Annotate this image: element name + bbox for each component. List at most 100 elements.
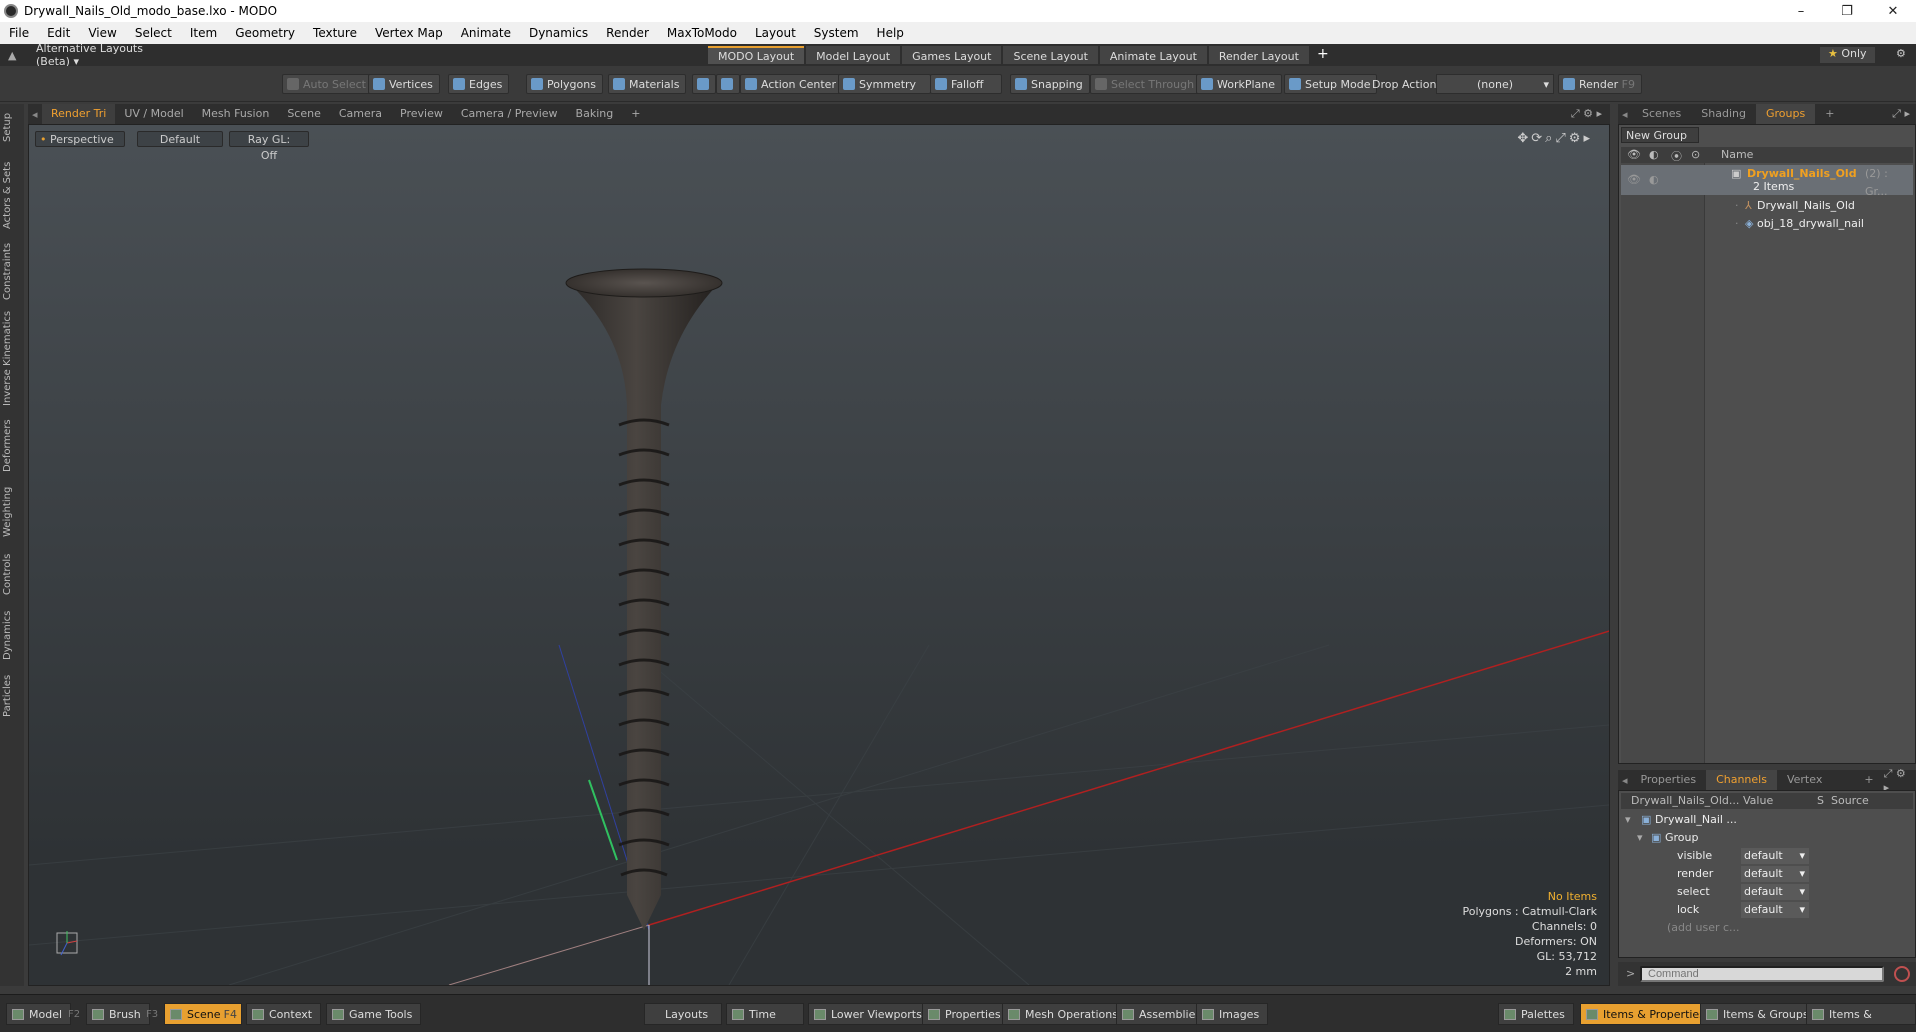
tab-uv-model[interactable]: UV / Model — [115, 104, 192, 124]
viewport-nav-icons[interactable]: ✥⟳⌕⤢⚙▸ — [1517, 131, 1593, 146]
side-tab-constraints[interactable]: Constraints — [2, 242, 22, 300]
tab-games-layout[interactable]: Games Layout — [902, 46, 1002, 64]
group-row[interactable]: 👁 ◐ ▣ Drywall_Nails_Old (2) : Gr... 2 It… — [1621, 165, 1913, 198]
group-render-icon[interactable]: ◐ — [1649, 171, 1659, 189]
menu-edit[interactable]: Edit — [38, 26, 79, 40]
tab-scene-layout[interactable]: Scene Layout — [1003, 46, 1098, 64]
viewport-expand-icon[interactable]: ⤢ ⚙ ▸ — [1571, 107, 1610, 121]
tab-render-tri[interactable]: Render Tri — [42, 104, 116, 124]
menu-render[interactable]: Render — [597, 26, 658, 40]
channel-item-row[interactable]: ▾ ▣ Drywall_Nail ... — [1621, 811, 1913, 829]
menu-system[interactable]: System — [805, 26, 868, 40]
palettes-button[interactable]: Palettes — [1498, 1003, 1574, 1025]
edges-button[interactable]: Edges — [448, 74, 510, 94]
select-mode-b-button[interactable] — [716, 74, 740, 94]
brush-button[interactable]: Brush — [86, 1003, 150, 1025]
new-group-button[interactable]: New Group — [1621, 127, 1699, 143]
add-layout-button[interactable]: + — [1311, 46, 1335, 64]
auto-select-button[interactable]: Auto Select — [282, 74, 373, 94]
properties-button[interactable]: Properties — [922, 1003, 1010, 1025]
lower-viewports-button[interactable]: Lower Viewports — [808, 1003, 931, 1025]
add-user-channel-row[interactable]: (add user c... — [1621, 919, 1913, 937]
items-groups-button[interactable]: Items & Groups — [1700, 1003, 1818, 1025]
menu-maxtomodo[interactable]: MaxToModo — [658, 26, 746, 40]
menu-geometry[interactable]: Geometry — [226, 26, 304, 40]
workplane-button[interactable]: WorkPlane — [1196, 74, 1283, 94]
symmetry-button[interactable]: Symmetry — [838, 74, 932, 94]
gear-icon[interactable]: ⚙ — [1896, 47, 1906, 60]
menu-layout[interactable]: Layout — [746, 26, 805, 40]
viewport-menu-icon[interactable]: ◂ — [28, 108, 42, 121]
menu-vertex-map[interactable]: Vertex Map — [366, 26, 452, 40]
polygons-button[interactable]: Polygons — [526, 74, 603, 94]
add-viewport-tab-button[interactable]: + — [622, 104, 649, 124]
mesh-operations-button[interactable]: Mesh Operations — [1002, 1003, 1127, 1025]
channel-value-select[interactable]: default ▾ — [1741, 848, 1809, 864]
tab-camera-preview[interactable]: Camera / Preview — [452, 104, 567, 124]
expand-arrow-icon[interactable]: ▾ — [1637, 829, 1643, 847]
side-tab-actors-sets[interactable]: Actors & Sets — [2, 156, 22, 234]
perspective-button[interactable]: • Perspective — [35, 131, 125, 147]
collapse-icon[interactable]: ▲ — [8, 49, 22, 62]
shading-button[interactable]: Default — [137, 131, 223, 147]
only-button[interactable]: ★ Only — [1820, 47, 1875, 63]
menu-animate[interactable]: Animate — [452, 26, 520, 40]
channel-group-row[interactable]: ▾ ▣ Group — [1621, 829, 1913, 847]
add-panel-tab-button[interactable]: + — [1815, 104, 1844, 124]
action-center-button[interactable]: Action Center — [740, 74, 843, 94]
table-row[interactable]: lock default ▾ — [1621, 901, 1913, 919]
items-properties-button[interactable]: Items & Properties — [1580, 1003, 1714, 1025]
side-tab-particles[interactable]: Particles — [2, 670, 22, 722]
game-tools-button[interactable]: Game Tools — [326, 1003, 422, 1025]
materials-button[interactable]: Materials — [608, 74, 687, 94]
drop-action-select[interactable]: (none) ▾ — [1436, 74, 1554, 94]
maximize-button[interactable]: ❐ — [1824, 4, 1870, 19]
tab-scenes[interactable]: Scenes — [1632, 104, 1691, 124]
vertices-button[interactable]: Vertices — [368, 74, 440, 94]
select-through-button[interactable]: Select Through — [1090, 74, 1202, 94]
tab-camera[interactable]: Camera — [330, 104, 391, 124]
side-tab-dynamics[interactable]: Dynamics — [2, 608, 22, 662]
channel-value-select[interactable]: default ▾ — [1741, 866, 1809, 882]
tab-groups[interactable]: Groups — [1755, 104, 1816, 124]
panel-menu-icon[interactable]: ◂ — [1618, 108, 1632, 121]
render-button[interactable]: Render F9 — [1558, 74, 1642, 94]
tab-model-layout[interactable]: Model Layout — [806, 46, 901, 64]
tab-shading[interactable]: Shading — [1691, 104, 1756, 124]
panel-expand-icon[interactable]: ⤢ ▸ — [1892, 107, 1916, 121]
3d-viewport[interactable]: • Perspective Default Ray GL: Off ✥⟳⌕⤢⚙▸… — [28, 124, 1610, 986]
tab-mesh-fusion[interactable]: Mesh Fusion — [193, 104, 279, 124]
channel-value-select[interactable]: default ▾ — [1741, 902, 1809, 918]
tab-properties[interactable]: Properties — [1630, 770, 1706, 790]
side-tab-setup[interactable]: Setup — [2, 108, 22, 146]
scene-button[interactable]: Scene F4 — [164, 1003, 242, 1025]
menu-texture[interactable]: Texture — [304, 26, 366, 40]
side-tab-inverse-kinematics[interactable]: Inverse Kinematics — [2, 308, 22, 408]
menu-help[interactable]: Help — [868, 26, 913, 40]
tab-vertex-maps[interactable]: Vertex Maps — [1777, 770, 1854, 806]
falloff-button[interactable]: Falloff — [930, 74, 1003, 94]
list-item[interactable]: · ⅄ Drywall_Nails_Old — [1621, 197, 1913, 215]
menu-item[interactable]: Item — [181, 26, 226, 40]
side-tab-controls[interactable]: Controls — [2, 548, 22, 600]
record-icon[interactable] — [1894, 966, 1910, 982]
table-row[interactable]: select default ▾ — [1621, 883, 1913, 901]
tab-channels[interactable]: Channels — [1706, 770, 1777, 790]
close-button[interactable]: ✕ — [1870, 4, 1916, 19]
channels-menu-icon[interactable]: ◂ — [1618, 774, 1630, 787]
time-button[interactable]: Time — [726, 1003, 804, 1025]
menu-file[interactable]: File — [0, 26, 38, 40]
minimize-button[interactable]: – — [1778, 4, 1824, 19]
select-mode-a-button[interactable] — [692, 74, 716, 94]
layouts-button[interactable]: Layouts — [644, 1003, 722, 1025]
list-item[interactable]: · ◈ obj_18_drywall_nail — [1621, 215, 1913, 233]
menu-select[interactable]: Select — [126, 26, 181, 40]
items-shading-button[interactable]: Items & Shading — [1806, 1003, 1916, 1032]
table-row[interactable]: render default ▾ — [1621, 865, 1913, 883]
snapping-button[interactable]: Snapping — [1010, 74, 1090, 94]
side-tab-weighting[interactable]: Weighting — [2, 484, 22, 540]
side-tab-deformers[interactable]: Deformers — [2, 416, 22, 476]
command-input[interactable] — [1640, 966, 1884, 982]
model-button[interactable]: Model — [6, 1003, 72, 1025]
images-button[interactable]: Images — [1196, 1003, 1269, 1025]
